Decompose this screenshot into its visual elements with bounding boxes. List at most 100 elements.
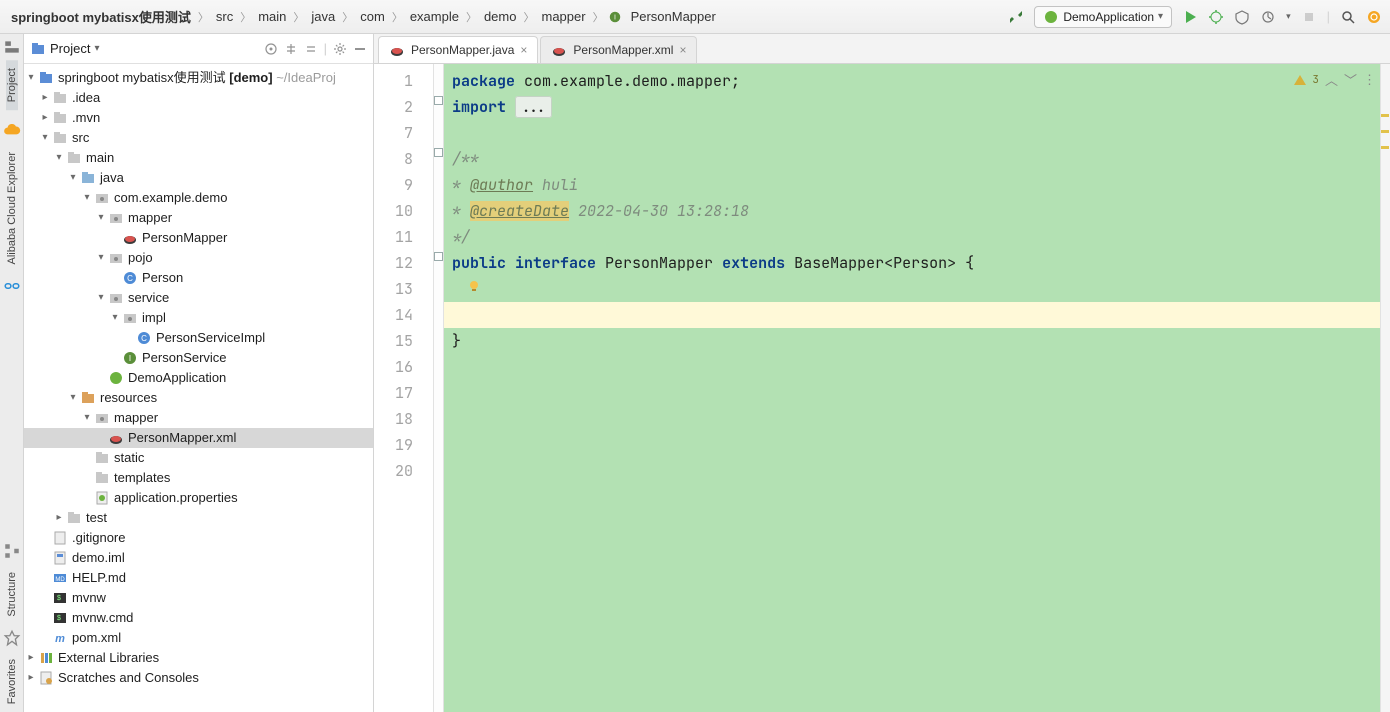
link-icon[interactable] bbox=[3, 277, 21, 295]
run-icon[interactable] bbox=[1182, 9, 1198, 25]
structure-tool-icon[interactable] bbox=[3, 542, 21, 560]
breadcrumb-item[interactable]: com bbox=[357, 7, 388, 26]
debug-icon[interactable] bbox=[1208, 9, 1224, 25]
cloud-icon[interactable] bbox=[3, 122, 21, 140]
editor-tab[interactable]: PersonMapper.java × bbox=[378, 36, 538, 63]
breadcrumb-item[interactable]: main bbox=[255, 7, 289, 26]
tree-scratches[interactable]: ▸Scratches and Consoles bbox=[24, 668, 373, 688]
collapse-all-icon[interactable] bbox=[304, 42, 318, 56]
chevron-down-icon[interactable]: ▾ bbox=[94, 208, 108, 228]
tree-folder-java[interactable]: ▾java bbox=[24, 168, 373, 188]
tree-class-demo-app[interactable]: DemoApplication bbox=[24, 368, 373, 388]
search-icon[interactable] bbox=[1340, 9, 1356, 25]
tree-root[interactable]: ▾ springboot mybatisx使用测试 [demo] ~/IdeaP… bbox=[24, 68, 373, 88]
chevron-down-icon[interactable]: ▾ bbox=[94, 288, 108, 308]
tree-package-pojo[interactable]: ▾pojo bbox=[24, 248, 373, 268]
chevron-up-icon[interactable]: ︿ bbox=[1325, 70, 1338, 89]
intention-bulb-icon[interactable] bbox=[466, 276, 482, 292]
breadcrumb-item[interactable]: java bbox=[308, 7, 338, 26]
chevron-down-icon[interactable]: ﹀ bbox=[1344, 70, 1357, 89]
close-icon[interactable]: × bbox=[679, 43, 686, 57]
breadcrumb-item[interactable]: example bbox=[407, 7, 462, 26]
tree-interface-person-service[interactable]: IPersonService bbox=[24, 348, 373, 368]
tree-folder-idea[interactable]: ▸.idea bbox=[24, 88, 373, 108]
tree-package[interactable]: ▾com.example.demo bbox=[24, 188, 373, 208]
chevron-down-icon[interactable]: ▾ bbox=[108, 308, 122, 328]
tree-file-person-mapper-xml[interactable]: PersonMapper.xml bbox=[24, 428, 373, 448]
alibaba-cloud-tool-button[interactable]: Alibaba Cloud Explorer bbox=[6, 144, 18, 273]
tree-folder-static[interactable]: static bbox=[24, 448, 373, 468]
hide-icon[interactable] bbox=[353, 42, 367, 56]
tree-folder-resources[interactable]: ▾resources bbox=[24, 388, 373, 408]
project-view-selector[interactable]: Project ▾ bbox=[30, 41, 100, 57]
fold-strip[interactable] bbox=[434, 64, 444, 712]
tree-file-person-mapper[interactable]: PersonMapper bbox=[24, 228, 373, 248]
warning-marker[interactable] bbox=[1381, 114, 1389, 117]
breadcrumb-item[interactable]: mapper bbox=[538, 7, 588, 26]
tree-folder-templates[interactable]: templates bbox=[24, 468, 373, 488]
error-stripe[interactable] bbox=[1380, 64, 1390, 712]
tree-file-gitignore[interactable]: .gitignore bbox=[24, 528, 373, 548]
chevron-down-icon[interactable]: ▾ bbox=[24, 68, 38, 88]
chevron-right-icon[interactable]: ▸ bbox=[24, 648, 38, 668]
chevron-right-icon[interactable]: ▸ bbox=[52, 508, 66, 528]
chevron-right-icon[interactable]: ▸ bbox=[38, 108, 52, 128]
chevron-down-icon[interactable]: ▾ bbox=[52, 148, 66, 168]
profile-icon[interactable] bbox=[1260, 9, 1276, 25]
chevron-down-icon[interactable]: ▾ bbox=[80, 408, 94, 428]
tree-package-mapper[interactable]: ▾mapper bbox=[24, 208, 373, 228]
line-number-gutter[interactable]: 1 2 7 8 9 10 11 12 13 14 15 16 17 18 19 … bbox=[374, 64, 434, 712]
fold-toggle-icon[interactable] bbox=[434, 252, 443, 261]
stop-icon[interactable] bbox=[1301, 9, 1317, 25]
tree-file-pom[interactable]: mpom.xml bbox=[24, 628, 373, 648]
structure-tool-button[interactable]: Structure bbox=[6, 564, 18, 625]
chevron-down-icon[interactable]: ▾ bbox=[66, 168, 80, 188]
project-tool-button[interactable]: Project bbox=[6, 60, 18, 110]
chevron-right-icon[interactable]: ▸ bbox=[24, 668, 38, 688]
chevron-down-icon[interactable]: ▾ bbox=[38, 128, 52, 148]
breadcrumb-item[interactable]: demo bbox=[481, 7, 520, 26]
run-configuration-selector[interactable]: DemoApplication ▾ bbox=[1034, 6, 1172, 28]
tree-folder-mvn[interactable]: ▸.mvn bbox=[24, 108, 373, 128]
breadcrumb-item[interactable]: PersonMapper bbox=[628, 7, 719, 26]
expand-all-icon[interactable] bbox=[284, 42, 298, 56]
chevron-down-icon[interactable]: ▾ bbox=[94, 248, 108, 268]
breadcrumb-item[interactable]: src bbox=[213, 7, 236, 26]
tree-file-app-props[interactable]: application.properties bbox=[24, 488, 373, 508]
sync-icon[interactable] bbox=[1366, 9, 1382, 25]
build-icon[interactable] bbox=[1008, 9, 1024, 25]
warning-marker[interactable] bbox=[1381, 130, 1389, 133]
tree-folder-test[interactable]: ▸test bbox=[24, 508, 373, 528]
more-icon[interactable]: ⋮ bbox=[1363, 71, 1376, 88]
code-editor[interactable]: 1 2 7 8 9 10 11 12 13 14 15 16 17 18 19 … bbox=[374, 64, 1390, 712]
gear-icon[interactable] bbox=[333, 42, 347, 56]
tree-folder-main[interactable]: ▾main bbox=[24, 148, 373, 168]
project-tree[interactable]: ▾ springboot mybatisx使用测试 [demo] ~/IdeaP… bbox=[24, 64, 373, 712]
code-content[interactable]: package com.example.demo.mapper; import … bbox=[444, 64, 1390, 712]
tree-file-iml[interactable]: demo.iml bbox=[24, 548, 373, 568]
tree-external-libs[interactable]: ▸External Libraries bbox=[24, 648, 373, 668]
favorites-tool-button[interactable]: Favorites bbox=[6, 651, 18, 712]
tree-folder-src[interactable]: ▾src bbox=[24, 128, 373, 148]
tree-class-person[interactable]: CPerson bbox=[24, 268, 373, 288]
fold-toggle-icon[interactable] bbox=[434, 148, 443, 157]
select-opened-icon[interactable] bbox=[264, 42, 278, 56]
tree-file-mvnw-cmd[interactable]: $mvnw.cmd bbox=[24, 608, 373, 628]
editor-tab[interactable]: PersonMapper.xml × bbox=[540, 36, 697, 63]
fold-toggle-icon[interactable] bbox=[434, 96, 443, 105]
close-icon[interactable]: × bbox=[520, 43, 527, 57]
tree-package-impl[interactable]: ▾impl bbox=[24, 308, 373, 328]
tree-package-service[interactable]: ▾service bbox=[24, 288, 373, 308]
coverage-icon[interactable] bbox=[1234, 9, 1250, 25]
tree-file-help-md[interactable]: MDHELP.md bbox=[24, 568, 373, 588]
breadcrumb-item[interactable]: springboot mybatisx使用测试 bbox=[8, 5, 194, 28]
chevron-right-icon[interactable]: ▸ bbox=[38, 88, 52, 108]
chevron-down-icon[interactable]: ▾ bbox=[80, 188, 94, 208]
warning-marker[interactable] bbox=[1381, 146, 1389, 149]
editor-inspection-widget[interactable]: 3 ︿ ﹀ ⋮ bbox=[1294, 70, 1376, 89]
project-tool-icon[interactable] bbox=[3, 38, 21, 56]
chevron-down-icon[interactable]: ▾ bbox=[66, 388, 80, 408]
tree-folder-mapper-res[interactable]: ▾mapper bbox=[24, 408, 373, 428]
tree-class-psi[interactable]: CPersonServiceImpl bbox=[24, 328, 373, 348]
tree-file-mvnw[interactable]: $mvnw bbox=[24, 588, 373, 608]
